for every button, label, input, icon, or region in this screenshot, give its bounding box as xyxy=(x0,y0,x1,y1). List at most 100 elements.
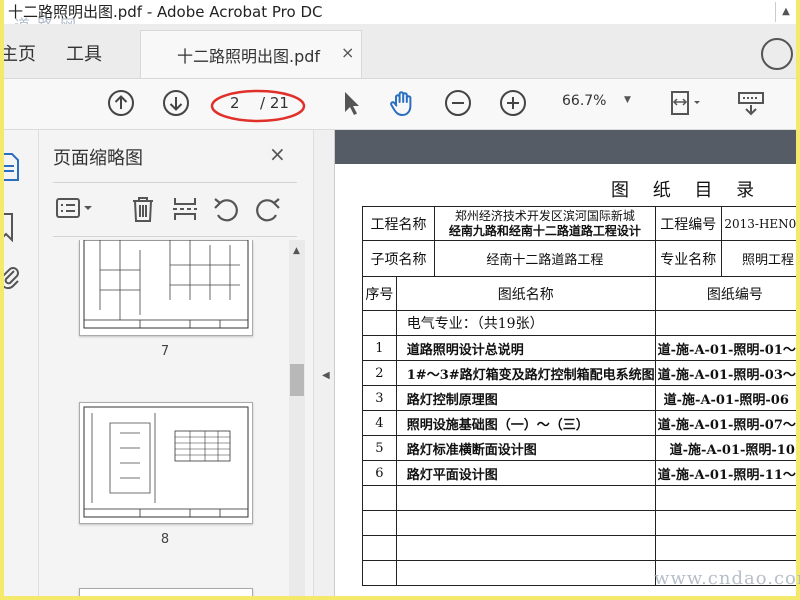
table-row xyxy=(362,510,796,536)
row-no: 道-施-A-01-照明-01～02 xyxy=(654,335,796,361)
row-name: 道路照明设计总说明 xyxy=(395,335,656,361)
col-header-seq: 序号 xyxy=(362,276,397,311)
project-no-value: 2013-HEN002 xyxy=(720,206,796,241)
page-thumbnail[interactable] xyxy=(79,402,253,524)
table-row: 5 路灯标准横断面设计图 道-施-A-01-照明-10 xyxy=(362,435,796,461)
zoom-in-icon[interactable] xyxy=(498,88,528,118)
table-row xyxy=(362,535,796,561)
discipline-label: 专业名称 xyxy=(654,240,722,277)
main-toolbar: 66.7% ▼ xyxy=(4,79,796,130)
page-thumbnail[interactable] xyxy=(79,588,253,596)
table-row: 1 道路照明设计总说明 道-施-A-01-照明-01～02 xyxy=(362,335,796,361)
row-name: 照明设施基础图（一）～（三） xyxy=(395,410,656,436)
options-menu-icon[interactable] xyxy=(55,196,97,222)
drawing-index-table: 工程名称 郑州经济技术开发区滨河国际新城 经南九路和经南十二路道路工程设计 工程… xyxy=(361,206,796,586)
row-no: 道-施-A-01-照明-11～19 xyxy=(654,460,796,486)
section-heading: 电气专业：（共19张） xyxy=(395,310,656,336)
bookmarks-icon[interactable] xyxy=(4,212,18,242)
acrobat-window: 十二路照明出图.pdf - Adobe Acrobat Pro DC 道 路 网… xyxy=(4,0,796,596)
row-name: 路灯平面设计图 xyxy=(395,460,656,486)
project-name-label: 工程名称 xyxy=(361,206,436,241)
zoom-out-icon[interactable] xyxy=(443,88,473,118)
tab-tools[interactable]: 工具 xyxy=(66,40,102,66)
attachments-icon[interactable] xyxy=(4,266,22,292)
rotate-left-icon[interactable] xyxy=(211,194,241,224)
row-no: 道-施-A-01-照明-06 xyxy=(654,385,796,411)
page-navigator: 2 / 21 xyxy=(210,88,308,124)
row-name: 路灯标准横断面设计图 xyxy=(395,435,656,461)
fit-page-icon[interactable] xyxy=(668,88,702,118)
blank-cell xyxy=(654,310,796,336)
window-title: 十二路照明出图.pdf - Adobe Acrobat Pro DC xyxy=(4,0,796,24)
col-header-no: 图纸编号 xyxy=(654,276,796,311)
subproject-label: 子项名称 xyxy=(361,240,436,277)
thumbnail-drawing xyxy=(83,239,249,329)
table-row xyxy=(362,485,796,511)
table-row: 4 照明设施基础图（一）～（三） 道-施-A-01-照明-07～09 xyxy=(362,410,796,436)
pdf-page: 图 纸 目 录 工程名称 郑州经济技术开发区滨河国际新城 经南九路和经南十二路道… xyxy=(335,164,796,596)
project-name-value: 郑州经济技术开发区滨河国际新城 经南九路和经南十二路道路工程设计 xyxy=(434,206,656,241)
thumbnails-panel: 页面缩略图 × 7 8 ▲ xyxy=(39,130,313,596)
table-row: 3 路灯控制原理图 道-施-A-01-照明-06 xyxy=(362,385,796,411)
row-seq: 3 xyxy=(362,385,397,411)
scroll-up-icon[interactable]: ▲ xyxy=(293,246,300,256)
col-header-name: 图纸名称 xyxy=(395,276,656,311)
arrow-down-circle-icon[interactable] xyxy=(161,88,191,118)
document-tab-close-button[interactable]: × xyxy=(341,43,354,62)
panel-title: 页面缩略图 xyxy=(53,148,143,169)
panel-divider xyxy=(53,182,297,183)
left-rail xyxy=(4,130,39,596)
hand-icon[interactable] xyxy=(388,88,418,118)
row-seq: 6 xyxy=(362,460,397,486)
zoom-level[interactable]: 66.7% xyxy=(562,93,606,109)
row-seq: 5 xyxy=(362,435,397,461)
page-thumbnail[interactable] xyxy=(79,239,253,336)
panel-divider xyxy=(53,236,297,237)
rotate-right-icon[interactable] xyxy=(253,194,283,224)
row-seq: 2 xyxy=(362,360,397,386)
thumbnail-label: 7 xyxy=(160,344,170,359)
panel-splitter[interactable]: ◀ xyxy=(313,130,335,596)
thumbnail-drawing xyxy=(83,406,249,518)
delete-icon[interactable] xyxy=(129,194,157,224)
extract-pages-icon[interactable] xyxy=(171,194,199,224)
document-title: 图 纸 目 录 xyxy=(611,180,764,201)
panel-close-button[interactable]: × xyxy=(269,142,286,166)
thumbnail-label: 8 xyxy=(160,532,170,547)
row-seq: 4 xyxy=(362,410,397,436)
row-seq: 1 xyxy=(362,335,397,361)
project-name-line1: 郑州经济技术开发区滨河国际新城 xyxy=(454,208,635,223)
scrollbar-thumb[interactable] xyxy=(290,364,304,396)
account-circle-icon[interactable] xyxy=(760,37,794,71)
subproject-value: 经南十二路道路工程 xyxy=(434,240,656,277)
document-view: 图 纸 目 录 工程名称 郑州经济技术开发区滨河国际新城 经南九路和经南十二路道… xyxy=(335,130,796,596)
row-no: 道-施-A-01-照明-03～05 xyxy=(654,360,796,386)
project-no-label: 工程编号 xyxy=(654,206,722,241)
tab-document[interactable]: 十二路照明出图.pdf × xyxy=(140,30,362,78)
table-row: 2 1#～3#路灯箱变及路灯控制箱配电系统图 道-施-A-01-照明-03～05 xyxy=(362,360,796,386)
row-no: 道-施-A-01-照明-10 xyxy=(654,435,796,461)
page-number-input[interactable]: 2 xyxy=(230,94,240,112)
panel-toolbar xyxy=(39,192,313,226)
page-thumbnails-icon[interactable] xyxy=(4,152,20,182)
watermark-bottom: www.cndao.com xyxy=(654,568,800,589)
row-name: 路灯控制原理图 xyxy=(395,385,656,411)
tab-home[interactable]: 主页 xyxy=(4,40,36,66)
table-row: 6 路灯平面设计图 道-施-A-01-照明-11～19 xyxy=(362,460,796,486)
zoom-dropdown-icon[interactable]: ▼ xyxy=(624,95,631,105)
tab-bar: 主页 工具 十二路照明出图.pdf × xyxy=(4,24,796,79)
row-no: 道-施-A-01-照明-07～09 xyxy=(654,410,796,436)
panel-scrollbar[interactable]: ▲ xyxy=(289,240,305,596)
title-scroll-up-icon[interactable]: ▲ xyxy=(775,2,796,22)
row-name: 1#～3#路灯箱变及路灯控制箱配电系统图 xyxy=(395,360,656,386)
page-total: / 21 xyxy=(260,94,289,112)
arrow-up-circle-icon[interactable] xyxy=(106,88,136,118)
document-tab-label: 十二路照明出图.pdf xyxy=(177,47,321,66)
comment-toolbar-icon[interactable] xyxy=(734,88,768,118)
select-arrow-icon[interactable] xyxy=(336,88,366,118)
discipline-value: 照明工程 xyxy=(720,240,796,277)
highlight-ellipse-icon xyxy=(210,89,306,123)
collapse-panel-icon[interactable]: ◀ xyxy=(322,370,330,381)
blank-cell xyxy=(362,310,397,336)
project-name-line2: 经南九路和经南十二路道路工程设计 xyxy=(448,223,641,238)
